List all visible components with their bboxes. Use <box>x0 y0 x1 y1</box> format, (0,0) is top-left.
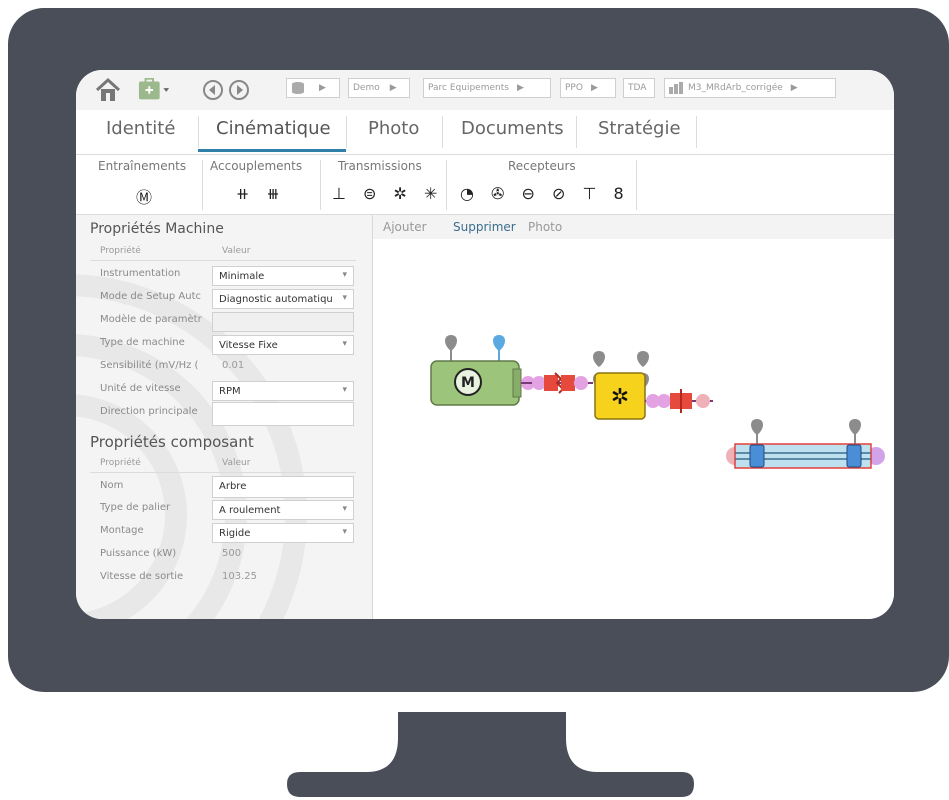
mounting-select[interactable]: Rigide <box>212 523 354 543</box>
breadcrumb-label: M3_MRdArb_corrigée <box>688 83 783 93</box>
sensor-pin-gray[interactable] <box>445 335 457 363</box>
prop-label: Nom <box>100 480 124 491</box>
group-entrainements-label: Entraînements <box>98 159 187 173</box>
sensitivity-value: 0.01 <box>222 360 245 371</box>
receptor-icons[interactable]: ◔ ✇ ⊖ ⊘ ⊤ 8 <box>460 184 630 203</box>
prop-label: Type de palier <box>100 502 171 513</box>
group-transmissions-label: Transmissions <box>338 159 422 173</box>
tab-cinematique[interactable]: Cinématique <box>216 118 331 139</box>
breadcrumb-demo[interactable]: Demo ▶ <box>348 78 410 98</box>
app-screen: ▶ Demo ▶ Parc Equipements ▶ PPO ▶ TDA M3_MR… <box>76 70 894 619</box>
col-header-property: Propriété <box>100 458 141 468</box>
coupling-component[interactable] <box>521 372 593 394</box>
properties-panel: Propriétés Machine Propriété Valeur Inst… <box>76 215 373 619</box>
sensor-pin-blue[interactable] <box>493 335 505 363</box>
prop-label: Direction principale <box>100 406 198 417</box>
output-speed-value: 103.25 <box>222 571 257 582</box>
delete-button[interactable]: Supprimer <box>453 220 516 234</box>
prop-label: Instrumentation <box>100 268 181 279</box>
active-tab-indicator <box>198 149 346 152</box>
database-crumb[interactable]: ▶ <box>286 78 340 98</box>
home-icon[interactable] <box>94 76 122 104</box>
kinematic-canvas-panel: Ajouter Supprimer Photo M ✲ <box>373 215 894 619</box>
sensor-pin-gray[interactable] <box>751 419 861 445</box>
prop-label: Modèle de paramètr <box>100 314 202 325</box>
prop-label: Type de machine <box>100 337 185 348</box>
col-header-value: Valeur <box>222 458 251 468</box>
photo-button[interactable]: Photo <box>528 220 562 234</box>
motor-symbol-label: M <box>461 375 475 391</box>
prop-label: Sensibilité (mV/Hz ( <box>100 360 199 371</box>
main-direction-field[interactable] <box>212 402 354 426</box>
tab-identite[interactable]: Identité <box>106 118 175 139</box>
database-icon <box>292 82 304 94</box>
group-accouplements-label: Accouplements <box>210 159 303 173</box>
breadcrumb-label: Parc Equipements <box>428 83 509 93</box>
canvas-toolbar: Ajouter Supprimer Photo <box>373 215 894 239</box>
shaft-component[interactable] <box>726 443 885 469</box>
coupling-icons[interactable]: ⧺ ⧻ <box>236 184 286 203</box>
breadcrumb-ppo[interactable]: PPO ▶ <box>560 78 616 98</box>
component-palette: Entraînements Ⓜ Accouplements ⧺ ⧻ Transm… <box>76 156 894 215</box>
transmission-icons[interactable]: ⊥ ⊜ ✲ ✳ <box>332 184 443 203</box>
prop-label: Vitesse de sortie <box>100 571 184 582</box>
breadcrumb-label: TDA <box>628 83 647 93</box>
power-value: 500 <box>222 548 242 559</box>
setup-mode-select[interactable]: Diagnostic automatiqu <box>212 289 354 309</box>
parameter-model-field <box>212 312 354 332</box>
breadcrumb-parc[interactable]: Parc Equipements ▶ <box>423 78 551 98</box>
speed-unit-select[interactable]: RPM <box>212 381 354 401</box>
col-header-property: Propriété <box>100 246 141 256</box>
col-header-value: Valeur <box>222 246 251 256</box>
breadcrumb-label: Demo <box>353 83 380 93</box>
prop-label: Montage <box>100 525 144 536</box>
prop-label: Unité de vitesse <box>100 383 181 394</box>
breadcrumb-tda[interactable]: TDA <box>623 78 655 98</box>
component-properties-title: Propriétés composant <box>90 433 254 451</box>
prop-label: Puissance (kW) <box>100 548 177 559</box>
top-toolbar: ▶ Demo ▶ Parc Equipements ▶ PPO ▶ TDA M3_MR… <box>76 70 894 110</box>
forward-icon[interactable] <box>228 79 250 101</box>
main-tabs: Identité Cinématique Photo Documents Str… <box>76 112 894 155</box>
motor-icon[interactable]: Ⓜ <box>136 184 158 208</box>
machine-type-select[interactable]: Vitesse Fixe <box>212 335 354 355</box>
back-icon[interactable] <box>202 79 224 101</box>
instrumentation-select[interactable]: Minimale <box>212 266 354 286</box>
bearing-type-select[interactable]: A roulement <box>212 500 354 520</box>
toolbox-icon[interactable] <box>138 78 170 102</box>
group-recepteurs-label: Recepteurs <box>508 159 576 173</box>
svg-text:✲: ✲ <box>611 385 629 410</box>
tab-strategie[interactable]: Stratégie <box>598 118 681 139</box>
tab-documents[interactable]: Documents <box>461 118 564 139</box>
name-input[interactable]: Arbre <box>212 476 354 498</box>
kinematic-diagram: M ✲ <box>430 335 885 469</box>
add-button[interactable]: Ajouter <box>383 220 427 234</box>
breadcrumb-machine[interactable]: M3_MRdArb_corrigée ▶ <box>664 78 836 98</box>
breadcrumb-label: PPO <box>565 83 583 93</box>
machine-properties-title: Propriétés Machine <box>90 221 224 237</box>
motor-component[interactable]: M <box>430 360 522 406</box>
machine-icon <box>669 82 683 94</box>
gearbox-component[interactable]: ✲ <box>594 372 646 420</box>
tab-photo[interactable]: Photo <box>368 118 419 139</box>
prop-label: Mode de Setup Autc <box>100 291 201 302</box>
coupling-component[interactable] <box>645 389 713 413</box>
